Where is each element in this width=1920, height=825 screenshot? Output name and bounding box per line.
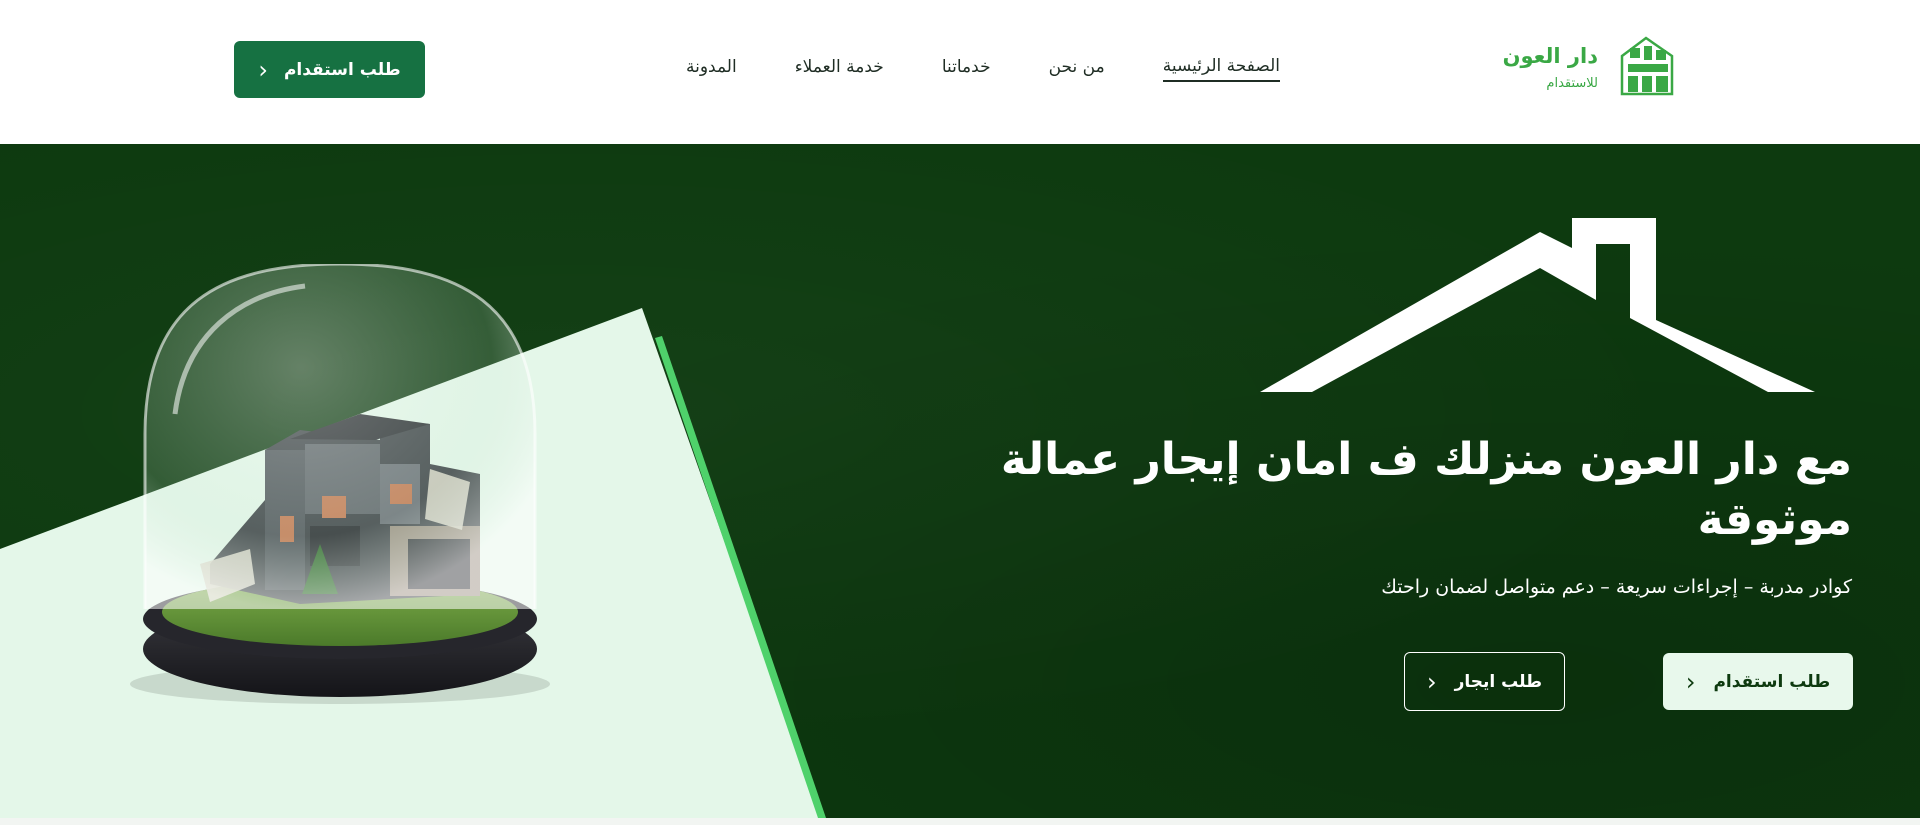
chevron-left-icon: ‹	[258, 55, 268, 84]
hero-recruit-label: طلب استقدام	[1713, 671, 1831, 692]
logo-mark-icon	[1620, 36, 1674, 96]
hero-rent-label: طلب ايجار	[1454, 671, 1543, 692]
nav-item-blog[interactable]: المدونة	[686, 57, 737, 81]
nav-item-customer-service[interactable]: خدمة العملاء	[795, 57, 884, 81]
chevron-left-icon: ‹	[1685, 667, 1696, 696]
hero-section: مع دار العون منزلك ف امان إيجار عمالة مو…	[0, 144, 1920, 818]
chevron-left-icon: ‹	[1426, 667, 1437, 696]
hero-recruit-button[interactable]: طلب استقدام ‹	[1663, 653, 1853, 710]
hero-subtitle: كوادر مدربة – إجراءات سريعة – دعم متواصل…	[1381, 576, 1852, 598]
main-nav: الصفحة الرئيسية من نحن خدماتنا خدمة العم…	[686, 56, 1280, 82]
roof-icon	[1260, 218, 1815, 392]
brand-name: دار العون	[1502, 44, 1598, 68]
brand-logo[interactable]: دار العون للاستقدام	[1502, 30, 1680, 102]
nav-item-home[interactable]: الصفحة الرئيسية	[1162, 56, 1280, 82]
site-header: دار العون للاستقدام الصفحة الرئيسية من ن…	[0, 0, 1920, 144]
header-recruit-button[interactable]: طلب استقدام ‹	[234, 41, 425, 98]
brand-tagline: للاستقدام	[1546, 76, 1598, 91]
nav-item-services[interactable]: خدماتنا	[942, 57, 991, 81]
nav-item-about[interactable]: من نحن	[1049, 57, 1105, 81]
header-recruit-label: طلب استقدام	[283, 59, 401, 80]
house-dome-illustration	[130, 264, 550, 704]
hero-rent-button[interactable]: طلب ايجار ‹	[1404, 652, 1565, 711]
hero-title: مع دار العون منزلك ف امان إيجار عمالة مو…	[1000, 434, 1852, 545]
page-bottom-strip	[0, 818, 1920, 825]
